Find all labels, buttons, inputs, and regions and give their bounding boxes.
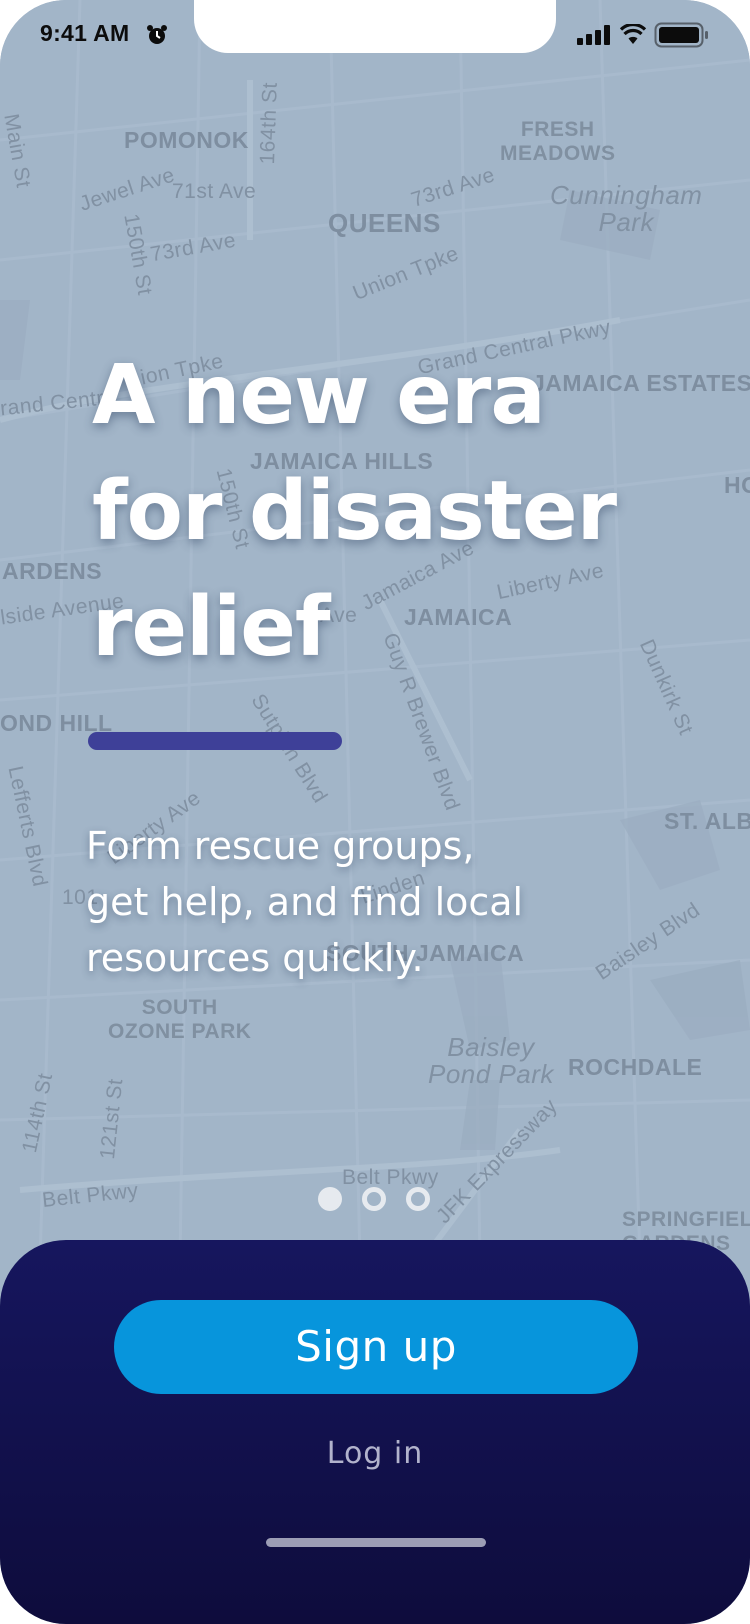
auth-panel: Sign up Log in [0, 1240, 750, 1624]
cellular-signal-icon [577, 25, 610, 45]
battery-icon [654, 22, 708, 48]
status-time: 9:41 AM [40, 20, 130, 46]
onboarding-subhead: Form rescue groups, get help, and find l… [86, 818, 646, 986]
home-indicator[interactable] [266, 1538, 486, 1547]
phone-screen: POMONOK FRESH MEADOWS QUEENS Cunningham … [0, 0, 750, 1624]
onboarding-headline: A new era for disaster relief [92, 338, 652, 686]
alarm-icon [147, 25, 167, 44]
headline-line: relief [92, 580, 331, 675]
signup-button[interactable]: Sign up [114, 1300, 638, 1394]
device-notch [194, 0, 556, 53]
page-dot[interactable] [406, 1187, 430, 1211]
page-dot-active[interactable] [318, 1187, 342, 1211]
wifi-icon [620, 24, 646, 44]
subhead-line: resources quickly. [86, 936, 424, 980]
subhead-line: get help, and find local [86, 880, 524, 924]
subhead-line: Form rescue groups, [86, 824, 475, 868]
headline-line: A new era [92, 348, 546, 443]
accent-bar [88, 732, 342, 750]
page-dot[interactable] [362, 1187, 386, 1211]
headline-line: for disaster [92, 464, 617, 559]
login-link[interactable]: Log in [0, 1436, 750, 1471]
page-indicator [318, 1187, 430, 1211]
